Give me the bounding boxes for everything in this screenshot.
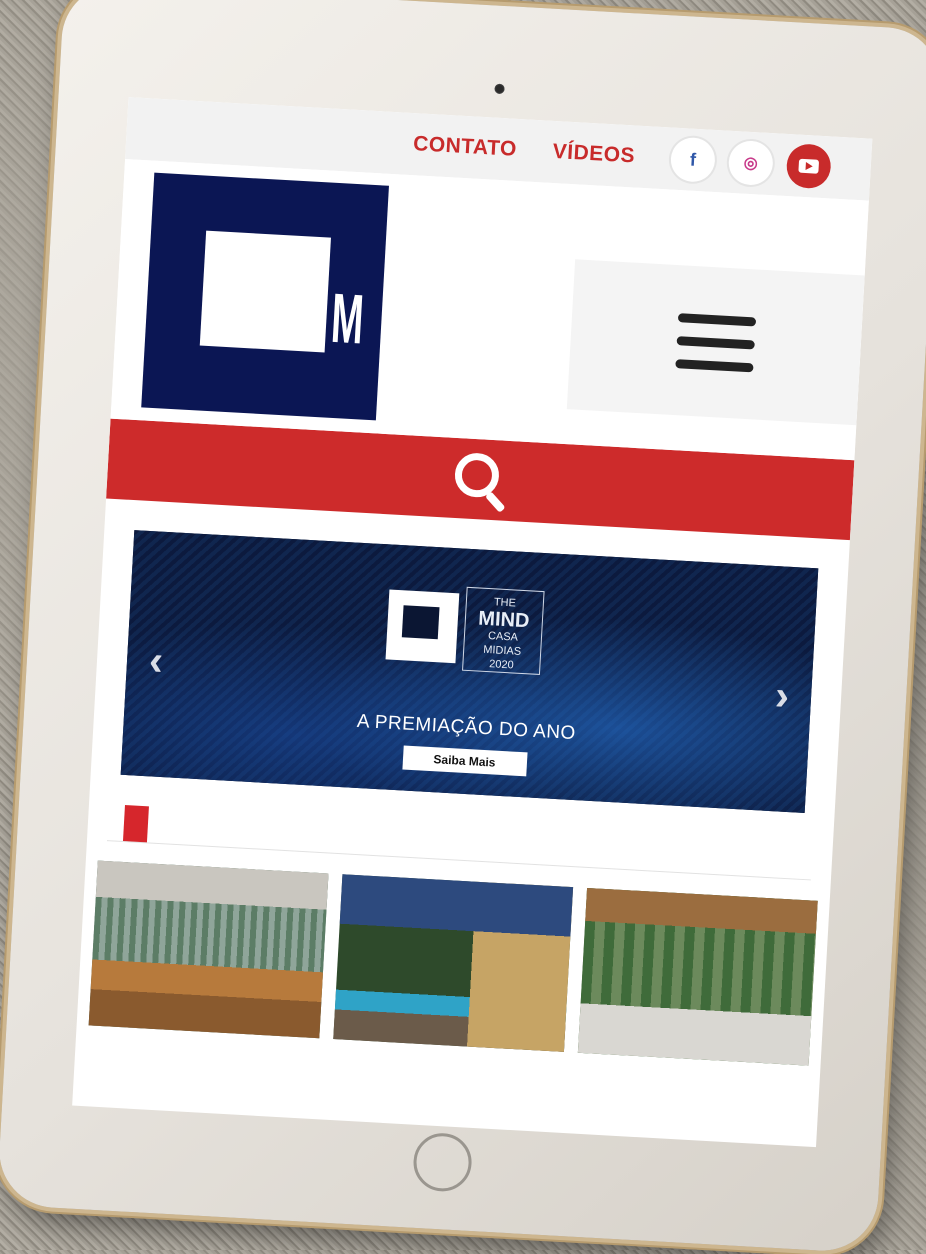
tab-active[interactable]	[122, 805, 149, 843]
article-cards	[88, 860, 818, 1076]
site-logo[interactable]: M	[141, 172, 389, 421]
article-caption[interactable]	[577, 1063, 808, 1076]
tab-5[interactable]	[180, 826, 196, 827]
instagram-icon[interactable]: ◎	[727, 139, 775, 187]
banner-button[interactable]: Saiba Mais	[401, 745, 528, 777]
banner-logo	[385, 589, 460, 664]
hero-banner: ‹ THE MIND CASA MIDIAS 2020 A PREMIAÇÃO …	[120, 530, 819, 813]
facebook-icon[interactable]: f	[669, 136, 717, 183]
menu-button[interactable]	[566, 259, 865, 426]
tablet-device: CONTATO VÍDEOS f ◎ M ‹ THE MIND CASA MID…	[0, 0, 926, 1254]
next-slide-icon[interactable]: ›	[774, 671, 791, 719]
prev-slide-icon[interactable]: ‹	[148, 636, 165, 684]
article-caption[interactable]	[88, 1035, 319, 1048]
hamburger-icon	[675, 312, 757, 372]
tablet-screen: CONTATO VÍDEOS f ◎ M ‹ THE MIND CASA MID…	[72, 97, 873, 1148]
tab-3[interactable]	[148, 824, 164, 825]
article-card[interactable]	[577, 887, 818, 1076]
tab-6[interactable]	[196, 827, 212, 828]
article-card[interactable]	[333, 874, 574, 1062]
banner-tag-line-2: MIND	[477, 607, 531, 633]
article-thumbnail[interactable]	[88, 860, 329, 1039]
article-caption[interactable]	[333, 1049, 564, 1062]
search-icon	[453, 451, 508, 513]
tab-4[interactable]	[164, 825, 180, 826]
youtube-icon[interactable]	[785, 143, 832, 190]
banner-tag: THE MIND CASA MIDIAS 2020	[462, 586, 545, 675]
banner-tag-line-5: 2020	[488, 658, 514, 672]
article-thumbnail[interactable]	[577, 887, 818, 1066]
videos-link[interactable]: VÍDEOS	[552, 140, 636, 169]
logo-letter: M	[329, 278, 366, 359]
tab-1[interactable]	[108, 822, 124, 823]
contato-link[interactable]: CONTATO	[412, 132, 518, 162]
tab-7[interactable]	[212, 828, 228, 829]
logo-white-box	[199, 230, 331, 353]
article-card[interactable]	[88, 860, 329, 1049]
article-thumbnail[interactable]	[333, 874, 574, 1052]
site-header: M	[110, 159, 869, 461]
